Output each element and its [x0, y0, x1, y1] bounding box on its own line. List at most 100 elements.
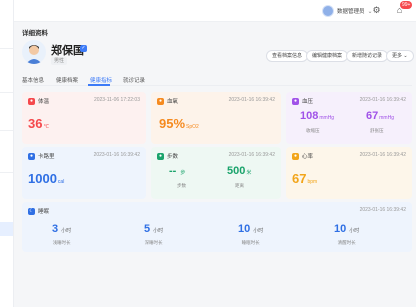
sidebar-divider: [0, 48, 13, 49]
card-title: 睡眠: [38, 209, 50, 215]
stat-unit: 小时: [253, 228, 264, 234]
card-title: 血氧: [167, 99, 179, 105]
steps-value: -- 步: [169, 165, 185, 177]
flame-icon: ●: [28, 152, 35, 160]
stat-unit: 小时: [153, 228, 164, 234]
steps-card[interactable]: ● 步数 2023-01-16 16:39:42 -- 步 500米 步数 距离: [151, 147, 281, 199]
card-title: 心率: [302, 154, 314, 160]
heart-icon: ●: [292, 152, 299, 160]
stat-unit: 小时: [61, 228, 72, 234]
systolic-label: 收缩压: [306, 128, 320, 133]
moon-icon: ☾: [28, 207, 35, 215]
sidebar-divider: [0, 130, 13, 131]
sleep-card[interactable]: ☾ 睡眠 2023-01-16 16:39:42 3 小时 浅睡时长 5 小时 深睡时…: [22, 202, 412, 252]
temperature-value: 36℃: [28, 116, 49, 131]
distance-label: 距离: [235, 183, 244, 188]
stat-value: 5: [144, 223, 151, 235]
card-time: 2023-11-06 17:22:03: [93, 97, 140, 103]
sidebar-divider: [0, 92, 13, 93]
edit-record-button[interactable]: 编辑健康档案: [306, 50, 349, 62]
unit: mmHg: [319, 115, 335, 121]
unit: bpm: [307, 179, 318, 185]
patient-tag: 男性: [51, 57, 68, 65]
footprint-icon: ●: [157, 152, 164, 160]
temperature-card[interactable]: ● 体温 2023-11-06 17:22:03 36℃: [22, 92, 146, 144]
spo2-value: 95%SpO2: [159, 116, 199, 131]
stat-unit: 小时: [349, 228, 360, 234]
tab-visit-records[interactable]: 就诊记录: [123, 76, 145, 84]
unit: 步: [180, 170, 186, 176]
sidebar: [0, 0, 14, 307]
card-title: 体温: [38, 99, 50, 105]
active-tab-indicator: [88, 84, 110, 86]
distance-value: 500米: [227, 165, 251, 177]
avatar-icon: [322, 5, 334, 17]
stat-value: 10: [238, 223, 251, 235]
value: 1000: [28, 171, 57, 186]
tab-bar: 基本信息 健康档案 健康指标 就诊记录: [22, 74, 412, 86]
unit: SpO2: [186, 124, 199, 130]
stat-value: 10: [334, 223, 347, 235]
card-time: 2023-01-16 16:39:42: [359, 152, 406, 158]
verified-icon: ✓: [80, 45, 87, 52]
card-time: 2023-01-16 16:39:42: [359, 207, 406, 213]
tab-basic-info[interactable]: 基本信息: [22, 76, 44, 84]
calories-card[interactable]: ● 卡路里 2023-01-16 16:39:42 1000cal: [22, 147, 146, 199]
unit: cal: [57, 179, 65, 185]
more-button[interactable]: 更多 ⌄: [386, 50, 414, 62]
systolic-value: 108mmHg: [300, 110, 334, 122]
diastolic-label: 舒张压: [370, 128, 384, 133]
spo2-card[interactable]: ● 血氧 2023-01-16 16:39:42 95%SpO2: [151, 92, 281, 144]
light-sleep-stat: 3 小时 浅睡时长: [52, 219, 71, 246]
unit: 米: [246, 170, 252, 176]
tab-health-record[interactable]: 健康档案: [56, 76, 78, 84]
value: 67: [292, 171, 307, 186]
view-profile-button[interactable]: 查看档案信息: [266, 50, 309, 62]
card-time: 2023-01-16 16:39:42: [228, 97, 275, 103]
app: 数据管理员 ⌄ ⚙ ⌂ 99+ 详细资料 郑保国 ✓ 男性 查看档案信息 编辑健…: [0, 0, 416, 307]
card-time: 2023-01-16 16:39:42: [228, 152, 275, 158]
user-name: 数据管理员: [337, 9, 365, 15]
patient-header: 郑保国 ✓ 男性 查看档案信息 编辑健康档案 新增随访记录 更多 ⌄: [22, 38, 414, 71]
card-title: 卡路里: [38, 154, 55, 160]
blood-pressure-card[interactable]: ● 血压 2023-01-16 16:39:42 108mmHg 67mmHg 收…: [286, 92, 412, 144]
value: 95%: [159, 116, 186, 131]
gear-icon[interactable]: ⚙: [371, 5, 382, 16]
deep-sleep-stat: 5 小时 深睡时长: [144, 219, 163, 246]
diastolic-value: 67mmHg: [366, 110, 394, 122]
topbar: 数据管理员 ⌄ ⚙ ⌂ 99+: [14, 0, 416, 22]
unit: mmHg: [379, 115, 394, 121]
value: 67: [366, 110, 379, 122]
bottom-spacer: [14, 294, 416, 307]
stat-label: 睡眠时长: [241, 240, 260, 245]
more-label: 更多: [392, 53, 403, 59]
sidebar-item-active[interactable]: [0, 222, 13, 236]
stat-label: 深睡时长: [144, 240, 163, 245]
patient-avatar: [22, 40, 46, 64]
user-menu[interactable]: 数据管理员 ⌄: [322, 3, 373, 19]
heart-rate-value: 67bpm: [292, 171, 317, 186]
calories-value: 1000cal: [28, 171, 64, 186]
chevron-down-icon: ⌄: [403, 53, 408, 59]
value: 36: [28, 116, 43, 131]
sleep-duration-stat: 10 小时 睡眠时长: [238, 219, 263, 246]
heart-rate-card[interactable]: ● 心率 2023-01-16 16:39:42 67bpm: [286, 147, 412, 199]
tab-health-indicators[interactable]: 健康指标: [90, 76, 112, 84]
heart-pulse-icon: ●: [292, 97, 299, 105]
stat-label: 清醒时长: [337, 240, 356, 245]
sidebar-divider: [0, 172, 13, 173]
awake-duration-stat: 10 小时 清醒时长: [334, 219, 359, 246]
thermometer-icon: ●: [28, 97, 35, 105]
add-followup-button[interactable]: 新增随访记录: [346, 50, 389, 62]
stat-label: 浅睡时长: [52, 240, 71, 245]
value: 108: [300, 110, 319, 122]
card-time: 2023-01-16 16:39:42: [93, 152, 140, 158]
unit: ℃: [43, 124, 50, 130]
card-time: 2023-01-16 16:39:42: [359, 97, 406, 103]
drop-icon: ●: [157, 97, 164, 105]
card-title: 步数: [167, 154, 179, 160]
value: --: [169, 165, 180, 177]
page-title: 详细资料: [22, 30, 48, 37]
card-title: 血压: [302, 99, 314, 105]
steps-label: 步数: [177, 183, 186, 188]
